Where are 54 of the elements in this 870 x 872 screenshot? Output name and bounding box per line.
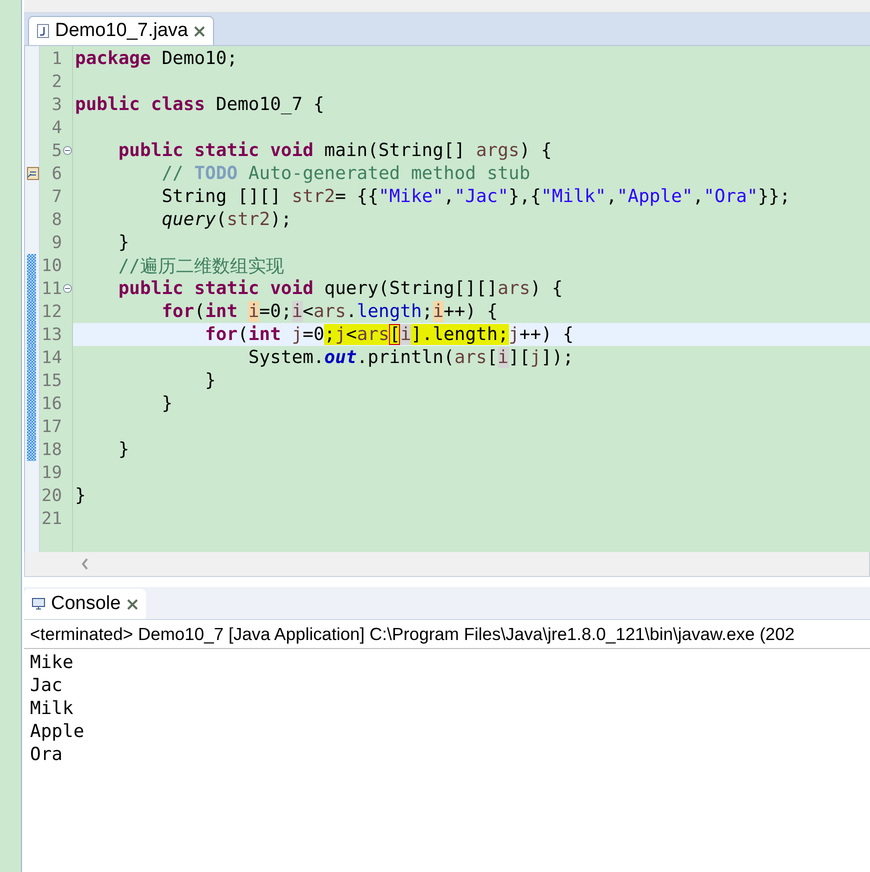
code-line: // TODO Auto-generated method stub bbox=[160, 162, 532, 185]
line-number: 15 bbox=[40, 370, 63, 392]
console-output-line: Apple bbox=[30, 720, 86, 743]
editor-tab[interactable]: Demo10_7.java bbox=[28, 16, 214, 45]
code-line: } bbox=[74, 484, 87, 507]
console-output-line: Milk bbox=[30, 697, 74, 720]
code-line: } bbox=[204, 369, 217, 392]
scroll-left-icon[interactable] bbox=[81, 558, 89, 570]
line-number: 9 bbox=[50, 232, 63, 254]
line-number: 20 bbox=[40, 484, 63, 507]
code-line: for(int i=0;i<ars.length;i++) { bbox=[160, 300, 499, 323]
code-line: } bbox=[160, 392, 174, 415]
code-line: String [][] str2= {{"Mike","Jac"},{"Milk","Apple","Ora"}}; bbox=[160, 185, 792, 208]
console-header: <terminated> Demo10_7 [Java Application] C:\Program Files\Java\jre1.8.0_121\bin\javaw.exe (202 bbox=[24, 624, 870, 649]
console-output-line: Mike bbox=[30, 651, 74, 674]
line-number: 19 bbox=[40, 462, 63, 484]
line-number: 17 bbox=[40, 416, 63, 438]
code-line: System.out.println(ars[i][j]); bbox=[247, 346, 575, 369]
close-icon[interactable] bbox=[126, 598, 138, 610]
line-number: 7 bbox=[50, 186, 63, 208]
console-output-line: Ora bbox=[30, 743, 64, 766]
code-line: query(str2); bbox=[160, 208, 293, 231]
tab-title: Demo10_7.java bbox=[55, 20, 188, 42]
line-number: 21 bbox=[40, 508, 63, 530]
line-number: 18 bbox=[40, 438, 63, 461]
code-line: } bbox=[117, 231, 130, 254]
line-number: 13 bbox=[40, 324, 63, 346]
line-number: 8 bbox=[50, 208, 63, 231]
java-file-icon bbox=[37, 24, 49, 38]
line-number: 12 bbox=[40, 300, 63, 323]
console-output-line: Jac bbox=[30, 674, 64, 697]
line-number: 14 bbox=[40, 346, 63, 369]
fold-icon[interactable] bbox=[63, 284, 72, 293]
code-line: package Demo10; bbox=[74, 47, 239, 70]
line-number: 11 bbox=[40, 277, 72, 300]
tab-title: Console bbox=[51, 593, 121, 615]
line-number: 1 bbox=[50, 48, 63, 70]
code-line: } bbox=[117, 438, 130, 461]
line-number: 2 bbox=[50, 70, 63, 93]
code-line: //遍历二维数组实现 bbox=[117, 254, 286, 277]
code-line: public static void main(String[] args) { bbox=[117, 139, 553, 162]
line-number: 16 bbox=[40, 392, 63, 415]
monitor-icon bbox=[32, 598, 45, 610]
line-number: 3 bbox=[50, 94, 63, 116]
line-number: 10 bbox=[40, 254, 63, 277]
close-icon[interactable] bbox=[194, 26, 206, 36]
line-number: 5 bbox=[40, 139, 72, 162]
code-line: public static void query(String[][]ars) { bbox=[117, 277, 564, 300]
horizontal-scrollbar[interactable] bbox=[24, 552, 870, 577]
fold-icon[interactable] bbox=[63, 146, 72, 155]
console-tab[interactable]: Console bbox=[24, 589, 146, 619]
line-number: 6 bbox=[40, 162, 72, 185]
code-line: public class Demo10_7 { bbox=[74, 93, 326, 116]
line-number: 4 bbox=[50, 116, 63, 139]
